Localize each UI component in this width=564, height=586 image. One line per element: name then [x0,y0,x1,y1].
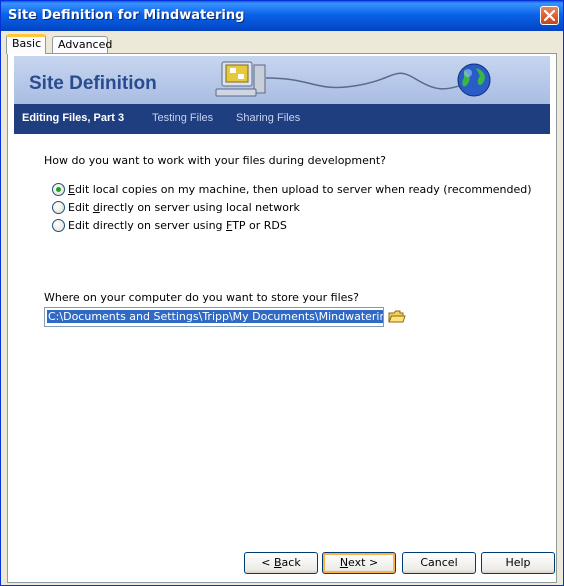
window-title: Site Definition for Mindwatering [8,8,245,23]
tab-advanced[interactable]: Advanced [52,36,112,53]
storage-location-label: Where on your computer do you want to st… [44,291,359,304]
wizard-steps: Editing Files, Part 3 Testing Files Shar… [14,104,550,134]
banner-title: Site Definition [29,73,157,94]
radio-button[interactable] [52,201,65,214]
tab-panel: Site Definition Editing Files, Part 3 Te… [7,53,557,583]
help-button[interactable]: Help [481,552,555,574]
step-editing-files: Editing Files, Part 3 [22,112,125,124]
option-edit-local-network[interactable]: Edit directly on server using local netw… [52,200,512,216]
close-icon [544,10,555,21]
globe-icon [457,63,491,97]
banner: Site Definition [14,56,550,104]
computer-icon [215,61,266,97]
option-label: Edit local copies on my machine, then up… [68,183,532,196]
option-label: Edit directly on server using FTP or RDS [68,219,287,232]
folder-icon [388,310,406,323]
step-testing-files: Testing Files [152,112,214,124]
work-method-question: How do you want to work with your files … [44,154,387,167]
next-button[interactable]: Next > [322,552,396,574]
radio-selected-dot [56,187,61,192]
local-folder-input[interactable]: C:\Documents and Settings\Tripp\My Docum… [44,307,384,327]
close-button[interactable] [540,6,559,25]
tab-basic[interactable]: Basic [6,34,46,54]
step-sharing-files: Sharing Files [236,112,301,124]
option-edit-local[interactable]: Edit local copies on my machine, then up… [52,182,532,198]
local-folder-value: C:\Documents and Settings\Tripp\My Docum… [47,310,383,323]
radio-button[interactable] [52,183,65,196]
browse-folder-button[interactable] [388,309,406,325]
option-label: Edit directly on server using local netw… [68,201,300,214]
option-edit-ftp-rds[interactable]: Edit directly on server using FTP or RDS [52,218,512,234]
site-definition-dialog: Site Definition for Mindwatering Basic A… [0,0,564,586]
radio-button[interactable] [52,219,65,232]
title-bar[interactable]: Site Definition for Mindwatering [1,1,563,31]
cancel-button[interactable]: Cancel [402,552,476,574]
back-button[interactable]: < Back [244,552,318,574]
